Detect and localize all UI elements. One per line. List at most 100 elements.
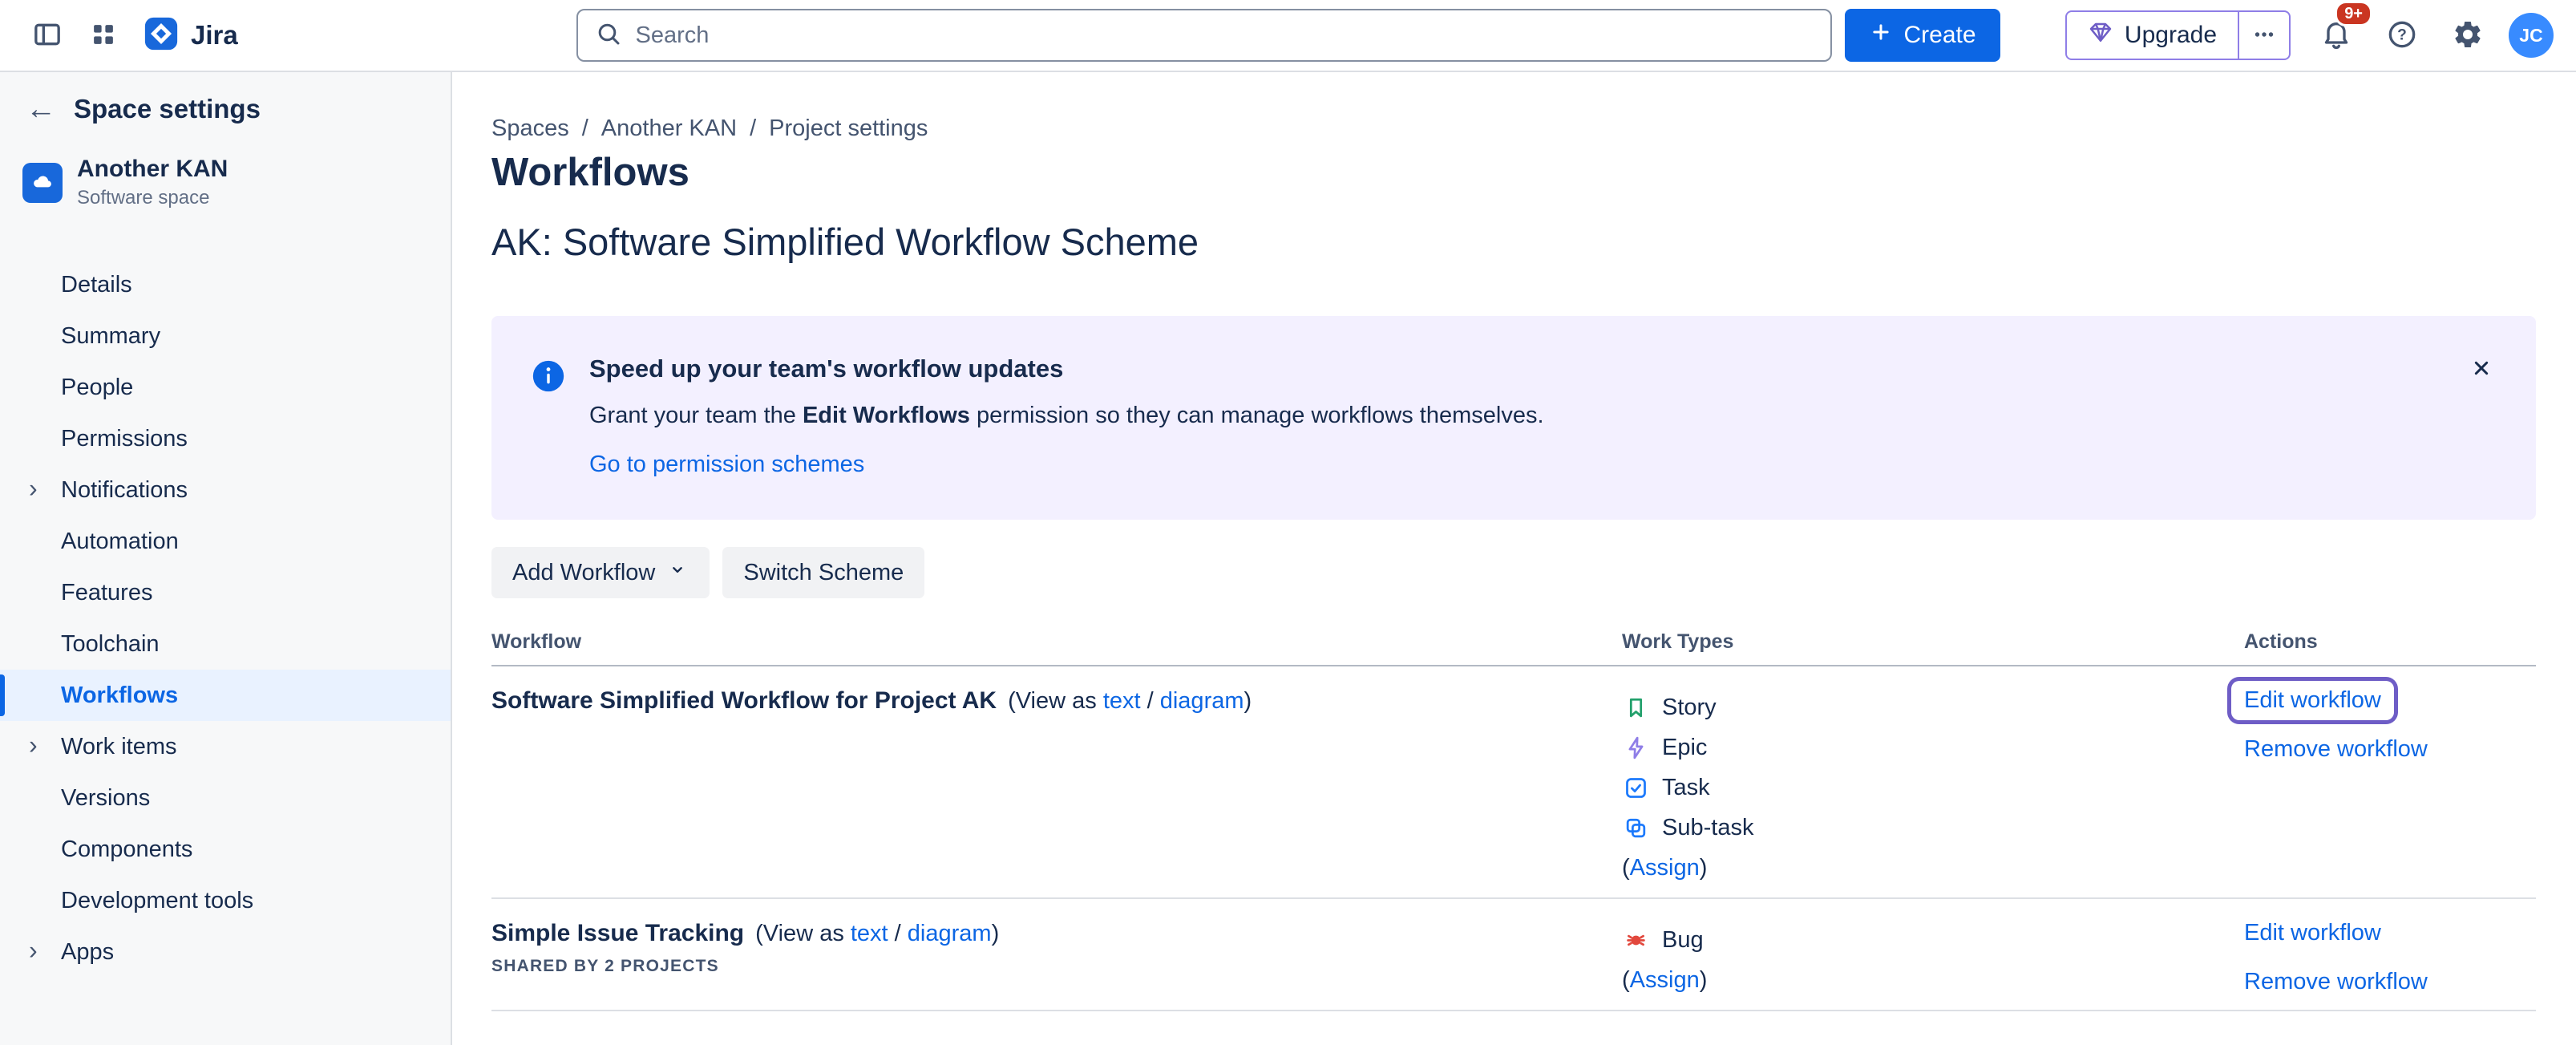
view-as-text-link[interactable]: text — [1103, 688, 1141, 714]
header-actions: Actions — [2244, 630, 2536, 654]
chevron-right-icon[interactable]: › — [29, 935, 38, 965]
view-as-diagram-link[interactable]: diagram — [1160, 688, 1244, 714]
search-icon — [593, 19, 622, 52]
sidebar-item-workflows[interactable]: Workflows — [0, 670, 451, 721]
plus-icon — [1868, 20, 1892, 51]
workflows-page: Spaces / Another KAN / Project settings … — [452, 72, 2576, 1045]
view-as: (View as text / diagram) — [1008, 688, 1252, 714]
work-type-bug: Bug — [1622, 920, 2244, 960]
work-type-story: Story — [1622, 687, 2244, 727]
settings-button[interactable] — [2443, 10, 2493, 60]
top-navigation-bar: Jira Create — [0, 0, 2576, 72]
breadcrumb-separator: / — [750, 115, 756, 142]
view-as-diagram-link[interactable]: diagram — [908, 921, 992, 946]
sidebar-item-details[interactable]: Details — [0, 259, 451, 310]
breadcrumb-separator: / — [582, 115, 588, 142]
gear-icon — [2452, 18, 2484, 53]
gem-icon — [2088, 19, 2113, 51]
workflow-toolbar: Add Workflow Switch Scheme — [491, 547, 2536, 598]
sidebar-item-automation[interactable]: Automation — [0, 516, 451, 567]
header-work-types: Work Types — [1622, 630, 2244, 654]
sidebar-toggle-icon — [31, 18, 63, 53]
add-workflow-button[interactable]: Add Workflow — [491, 547, 710, 598]
breadcrumb-another-kan[interactable]: Another KAN — [601, 115, 737, 142]
space-avatar-icon — [22, 163, 63, 203]
sidebar-item-notifications[interactable]: ›Notifications — [0, 464, 451, 516]
work-types-cell: Story Epic Task — [1622, 687, 2244, 888]
actions-cell: Edit workflow Remove workflow — [2244, 920, 2536, 1000]
sidebar-item-versions[interactable]: Versions — [0, 772, 451, 824]
breadcrumb-project-settings[interactable]: Project settings — [769, 115, 928, 142]
sidebar-item-summary[interactable]: Summary — [0, 310, 451, 362]
bug-icon — [1622, 926, 1649, 954]
sidebar-item-apps[interactable]: ›Apps — [0, 926, 451, 978]
app-switcher-button[interactable] — [79, 10, 128, 60]
page-title: Workflows — [491, 149, 2536, 196]
topbar-left-group: Jira — [22, 10, 238, 60]
global-search[interactable] — [576, 9, 1831, 62]
search-input[interactable] — [635, 22, 1814, 49]
banner-close-button[interactable] — [2461, 348, 2502, 390]
user-avatar[interactable]: JC — [2509, 13, 2554, 58]
sidebar-item-permissions[interactable]: Permissions — [0, 413, 451, 464]
sidebar-item-work-items[interactable]: ›Work items — [0, 721, 451, 772]
breadcrumb: Spaces / Another KAN / Project settings — [491, 112, 2536, 144]
jira-home-link[interactable]: Jira — [143, 15, 238, 56]
view-as-text-link[interactable]: text — [851, 921, 888, 946]
space-name: Another KAN — [77, 156, 228, 183]
sidebar-item-people[interactable]: People — [0, 362, 451, 413]
topbar-right-group: Upgrade 9+ — [2065, 10, 2554, 60]
permission-schemes-link[interactable]: Go to permission schemes — [589, 452, 864, 478]
work-type-subtask: Sub-task — [1622, 808, 2244, 848]
app-name: Jira — [191, 20, 238, 51]
breadcrumb-spaces[interactable]: Spaces — [491, 115, 569, 142]
edit-workflow-link[interactable]: Edit workflow — [2231, 681, 2394, 720]
svg-text:?: ? — [2397, 26, 2407, 43]
create-button[interactable]: Create — [1844, 9, 2000, 62]
more-options-button[interactable] — [2239, 12, 2289, 59]
view-as: (View as text / diagram) — [755, 921, 999, 946]
story-icon — [1622, 694, 1649, 721]
notifications-wrap: 9+ — [2311, 10, 2361, 60]
space-identity: Another KAN Software space — [0, 156, 451, 209]
assign-link[interactable]: Assign — [1630, 967, 1700, 994]
topbar-center-group: Create — [576, 9, 2000, 62]
sidebar-item-components[interactable]: Components — [0, 824, 451, 875]
assign-link[interactable]: Assign — [1630, 855, 1700, 881]
more-icon — [2250, 21, 2278, 51]
task-icon — [1622, 774, 1649, 801]
back-button[interactable]: ← — [26, 94, 56, 124]
sidebar-item-development-tools[interactable]: Development tools — [0, 875, 451, 926]
space-type: Software space — [77, 187, 228, 209]
remove-workflow-link[interactable]: Remove workflow — [2244, 736, 2536, 763]
sidebar-toggle-button[interactable] — [22, 10, 72, 60]
chevron-right-icon[interactable]: › — [29, 473, 38, 503]
sidebar-menu: Details Summary People Permissions ›Noti… — [0, 259, 451, 978]
remove-workflow-link[interactable]: Remove workflow — [2244, 969, 2536, 995]
sidebar-item-features[interactable]: Features — [0, 567, 451, 618]
info-icon — [530, 358, 567, 399]
close-icon — [2469, 355, 2494, 383]
workflow-scheme-title: AK: Software Simplified Workflow Scheme — [491, 220, 2536, 265]
assign-line: (Assign) — [1622, 848, 2244, 888]
upgrade-button-group: Upgrade — [2065, 10, 2291, 60]
table-row: Software Simplified Workflow for Project… — [491, 666, 2536, 899]
work-type-task: Task — [1622, 768, 2244, 808]
edit-workflow-link[interactable]: Edit workflow — [2244, 920, 2381, 946]
table-row: Simple Issue Tracking (View as text / dia… — [491, 899, 2536, 1011]
chevron-right-icon[interactable]: › — [29, 730, 38, 759]
workflows-table: Workflow Work Types Actions Software Sim… — [491, 630, 2536, 1011]
banner-body: Grant your team the Edit Workflows permi… — [589, 403, 2440, 429]
switch-scheme-button[interactable]: Switch Scheme — [722, 547, 924, 598]
workflow-updates-banner: Speed up your team's workflow updates Gr… — [491, 316, 2536, 520]
banner-title: Speed up your team's workflow updates — [589, 354, 2440, 383]
sidebar-item-toolchain[interactable]: Toolchain — [0, 618, 451, 670]
header-workflow: Workflow — [491, 630, 1622, 654]
upgrade-button[interactable]: Upgrade — [2067, 12, 2238, 59]
work-type-epic: Epic — [1622, 727, 2244, 768]
jira-logo-icon — [143, 15, 180, 56]
workflow-name: Simple Issue Tracking — [491, 920, 744, 946]
help-button[interactable]: ? — [2377, 10, 2427, 60]
assign-line: (Assign) — [1622, 960, 2244, 1000]
notification-badge: 9+ — [2335, 1, 2372, 26]
